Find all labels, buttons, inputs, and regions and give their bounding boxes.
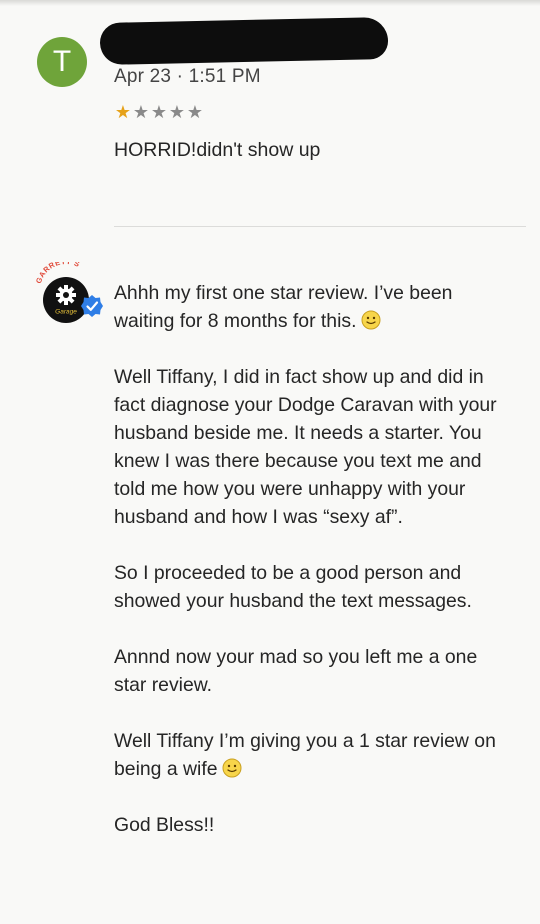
reply-paragraph: God Bless!! <box>114 811 514 839</box>
smiling-face-emoji-icon <box>222 758 241 778</box>
reply-paragraph: Annnd now your mad so you left me a one … <box>114 643 514 699</box>
reply-paragraph: So I proceeded to be a good person and s… <box>114 559 514 615</box>
reply-paragraph-text: So I proceeded to be a good person and s… <box>114 562 472 612</box>
reply-paragraph: Ahhh my first one star review. I’ve been… <box>114 279 514 335</box>
verified-check-icon <box>81 295 103 317</box>
star-empty-icon: ★ <box>150 102 168 122</box>
star-filled-icon: ★ <box>114 102 132 122</box>
smiling-face-emoji-icon <box>361 310 380 330</box>
reply-paragraph-text: Well Tiffany, I did in fact show up and … <box>114 366 497 528</box>
reply-paragraph-text: Annnd now your mad so you left me a one … <box>114 646 478 696</box>
star-empty-icon: ★ <box>168 102 186 122</box>
owner-reply: Ahhh my first one star review. I’ve been… <box>114 279 514 867</box>
review-text: HORRID!didn't show up <box>114 139 321 161</box>
reply-paragraph-text: God Bless!! <box>114 814 215 836</box>
divider <box>114 226 526 227</box>
star-empty-icon: ★ <box>186 102 204 122</box>
owner-avatar[interactable]: GARRETT'S Garage <box>30 262 106 328</box>
reply-paragraph-text: Ahhh my first one star review. I’ve been… <box>114 282 453 332</box>
reply-paragraph: Well Tiffany I’m giving you a 1 star rev… <box>114 727 514 783</box>
reviewer-avatar[interactable]: T <box>37 37 87 87</box>
gear-icon <box>56 285 76 305</box>
star-rating: ★ ★ ★ ★ ★ <box>114 102 204 123</box>
top-edge-shadow <box>0 0 540 6</box>
reply-paragraph-text: Well Tiffany I’m giving you a 1 star rev… <box>114 730 496 780</box>
reply-paragraph: Well Tiffany, I did in fact show up and … <box>114 363 514 531</box>
logo-badge-text: Garage <box>55 309 77 316</box>
star-empty-icon: ★ <box>132 102 150 122</box>
review-timestamp: Apr 23 · 1:51 PM <box>114 66 261 87</box>
redacted-reviewer-name <box>99 16 389 66</box>
